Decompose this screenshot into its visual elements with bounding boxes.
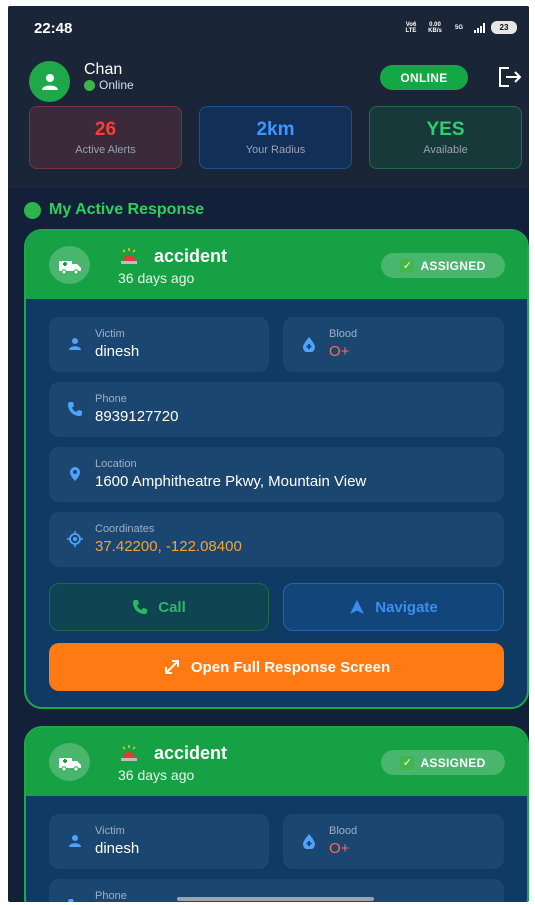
stat-available[interactable]: YES Available <box>369 106 522 169</box>
stat-active-alerts[interactable]: 26 Active Alerts <box>29 106 182 169</box>
card-header: accident 36 days ago ✓ ASSIGNED <box>26 231 527 299</box>
network-5g-label: 5G <box>454 24 463 31</box>
target-icon <box>67 531 83 547</box>
stat-label: Your Radius <box>245 144 306 156</box>
check-icon: ✓ <box>400 258 415 273</box>
logout-icon[interactable] <box>497 66 523 88</box>
status-time: 22:48 <box>34 20 73 37</box>
victim-label: Victim <box>95 825 125 837</box>
section-title: My Active Response <box>24 201 204 219</box>
incident-type: accident <box>154 246 228 266</box>
stat-value: YES <box>426 119 465 140</box>
response-card[interactable]: accident 36 days ago ✓ ASSIGNED Victim d… <box>24 229 529 709</box>
user-name: Chan <box>84 61 123 78</box>
expand-icon <box>164 660 179 674</box>
battery-icon: 23 <box>491 21 517 34</box>
coordinates-field: Coordinates 37.42200, -122.08400 <box>49 512 504 567</box>
user-status-text: Online <box>99 78 134 92</box>
check-icon: ✓ <box>400 755 415 770</box>
status-badge: ✓ ASSIGNED <box>381 750 505 775</box>
blood-label: Blood <box>329 328 358 340</box>
open-full-response-label: Open Full Response Screen <box>190 658 391 676</box>
phone-icon <box>133 600 148 614</box>
signal-icon <box>474 22 485 33</box>
call-button-label: Call <box>158 598 186 616</box>
avatar[interactable] <box>29 61 70 102</box>
section-title-text: My Active Response <box>49 201 205 218</box>
location-pin-icon <box>70 467 80 481</box>
response-card[interactable]: accident 36 days ago ✓ ASSIGNED Victim d… <box>24 726 529 902</box>
phone-field[interactable]: Phone 8939127720 <box>49 382 504 437</box>
status-badge-text: ASSIGNED <box>420 755 486 770</box>
blood-drop-icon <box>303 337 315 352</box>
user-icon <box>41 73 58 90</box>
blood-drop-icon <box>303 834 315 849</box>
incident-time-ago: 36 days ago <box>118 767 195 783</box>
phone-value: 8939127720 <box>95 408 179 425</box>
navigate-button[interactable]: Navigate <box>283 583 504 631</box>
phone-icon <box>68 402 82 416</box>
navigate-button-label: Navigate <box>375 598 438 616</box>
ambulance-icon <box>49 246 90 284</box>
blood-value: O+ <box>329 343 350 360</box>
coordinates-label: Coordinates <box>95 523 155 535</box>
location-value: 1600 Amphitheatre Pkwy, Mountain View <box>95 473 367 490</box>
stat-label: Active Alerts <box>75 144 136 156</box>
app-screen: 22:48 Vo6 LTE 0.00 KB/s 5G 23 Chan Onlin… <box>8 6 529 902</box>
blood-value: O+ <box>329 840 350 857</box>
coordinates-value: 37.42200, -122.08400 <box>95 538 242 555</box>
siren-icon <box>121 248 137 264</box>
online-dot-icon <box>84 79 95 91</box>
navigation-arrow-icon <box>350 600 365 614</box>
status-bar: 22:48 Vo6 LTE 0.00 KB/s 5G 23 <box>8 6 529 50</box>
stat-label: Available <box>423 144 468 156</box>
siren-icon <box>121 745 137 761</box>
victim-value: dinesh <box>95 343 140 360</box>
ambulance-icon <box>49 743 90 781</box>
call-button[interactable]: Call <box>49 583 269 631</box>
status-badge: ✓ ASSIGNED <box>381 253 505 278</box>
stat-value: 2km <box>256 119 295 140</box>
victim-field: Victim dinesh <box>49 814 269 869</box>
online-toggle-button[interactable]: ONLINE <box>380 65 468 90</box>
incident-type: accident <box>154 743 228 763</box>
blood-field: Blood O+ <box>283 814 504 869</box>
blood-field: Blood O+ <box>283 317 504 372</box>
user-status: Online <box>84 78 134 92</box>
victim-value: dinesh <box>95 840 140 857</box>
incident-time-ago: 36 days ago <box>118 270 195 286</box>
person-icon <box>69 835 81 847</box>
victim-field: Victim dinesh <box>49 317 269 372</box>
network-indicator: Vo6 LTE <box>405 21 417 34</box>
blood-label: Blood <box>329 825 358 837</box>
status-icons: Vo6 LTE 0.00 KB/s 5G 23 <box>402 21 517 34</box>
status-badge-text: ASSIGNED <box>420 258 486 273</box>
speed-indicator: 0.00 KB/s <box>428 21 442 34</box>
person-icon <box>69 338 81 350</box>
phone-label: Phone <box>95 393 127 405</box>
location-field: Location 1600 Amphitheatre Pkwy, Mountai… <box>49 447 504 502</box>
home-indicator[interactable] <box>177 897 374 901</box>
location-label: Location <box>95 458 137 470</box>
victim-label: Victim <box>95 328 125 340</box>
green-circle-icon <box>24 201 41 219</box>
stat-radius[interactable]: 2km Your Radius <box>199 106 352 169</box>
phone-icon <box>68 899 74 902</box>
card-header: accident 36 days ago ✓ ASSIGNED <box>26 728 527 796</box>
open-full-response-button[interactable]: Open Full Response Screen <box>49 643 504 691</box>
stat-value: 26 <box>94 119 117 140</box>
phone-label: Phone <box>95 890 127 902</box>
